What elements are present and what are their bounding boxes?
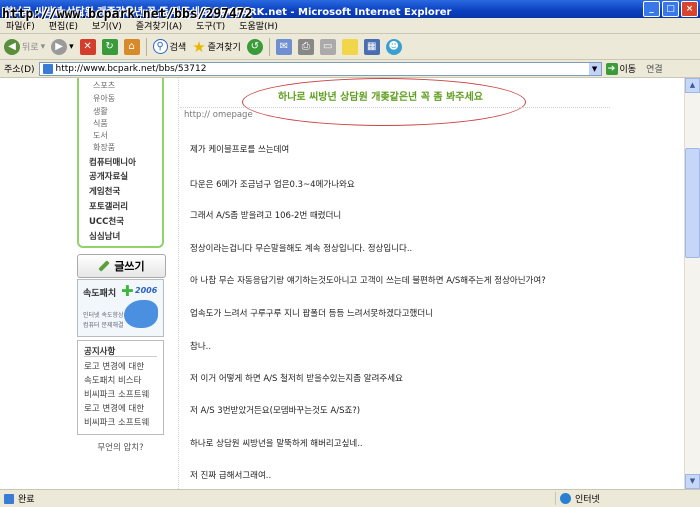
category-link[interactable]: UCC천국 (89, 215, 124, 227)
post-paragraph: 정상이라는겁니다 무슨말을해도 계속 정상입니다. 정상입니다.. (190, 244, 413, 254)
left-sidebar: 스포츠 유아동 생활 식품 도서 화장품 컴퓨터매니아 공개자료실 게임천국 포… (0, 78, 178, 489)
post-paragraph: 제가 케이블프로를 쓰는데여 (190, 145, 290, 155)
edit-icon[interactable]: ▭ (319, 38, 336, 55)
go-arrow-icon: ➔ (605, 62, 618, 75)
page-content: 스포츠 유아동 생활 식품 도서 화장품 컴퓨터매니아 공개자료실 게임천국 포… (0, 78, 684, 489)
links-button[interactable]: 연결 (646, 62, 663, 75)
favorites-label: 즐겨찾기 (207, 43, 241, 53)
status-text: 완료 (18, 495, 35, 505)
globe-icon (560, 493, 571, 504)
toolbar-divider (268, 37, 270, 56)
post-paragraph: 저 진짜 급해서그래여.. (190, 471, 272, 481)
notice-box: 공지사항 로고 변경에 대한 속도패치 비스타 비씨파크 소프트웨 로고 변경에… (77, 340, 164, 435)
star-icon: ★ (192, 37, 206, 56)
research-icon[interactable]: ▦ (363, 38, 380, 55)
forward-arrow-icon: ▶ (51, 38, 68, 55)
search-button[interactable]: ⚲ 검색 (152, 39, 187, 54)
post-paragraph: 저 이거 어떻게 하면 A/S 철저히 받을수있는지좀 알려주세요 (190, 374, 403, 384)
maximize-button[interactable]: □ (662, 1, 679, 17)
search-label: 검색 (169, 43, 187, 53)
column-divider (178, 78, 180, 489)
security-zone: 인터넷 (555, 492, 680, 505)
scroll-up-icon[interactable]: ▲ (685, 78, 700, 93)
back-label: 뒤로 (22, 43, 39, 53)
post-paragraph: 다운은 6메가 조금넘구 업은0.3~4메가나와요 (190, 180, 355, 190)
category-link[interactable]: 컴퓨터매니아 (89, 156, 136, 168)
post-paragraph: 참나.. (190, 342, 212, 352)
subcategory-link[interactable]: 생활 (93, 106, 108, 117)
page-done-icon (4, 493, 14, 504)
url-watermark: http://www.bcpark.net/bbs/297472 (2, 7, 253, 22)
speed-patch-banner[interactable]: 속도패치 ✚ 2006 인터넷 속도향상 컴퓨터 문제해결 (77, 279, 164, 337)
mail-icon[interactable]: ✉ (275, 38, 292, 55)
toolbar: ◀ 뒤로 ▾ ▶ ▾ ✕ ↻ ⌂ ⚲ 검색 ★ 즐겨찾기 ↺ ✉ ⎙ ▭ ▦ ☻ (0, 34, 700, 60)
status-bar: 완료 인터넷 (0, 489, 700, 507)
close-button[interactable]: × (681, 1, 698, 17)
subcategory-link[interactable]: 화장품 (93, 142, 115, 153)
back-arrow-icon: ◀ (4, 38, 20, 55)
forward-button[interactable]: ▶ ▾ (51, 38, 74, 55)
subcategory-link[interactable]: 스포츠 (93, 80, 115, 91)
write-label: 글쓰기 (114, 260, 145, 273)
post-paragraph: 하나로 상담원 씨방년을 말뚝하게 해버리고싶네.. (190, 439, 363, 449)
category-box: 스포츠 유아동 생활 식품 도서 화장품 컴퓨터매니아 공개자료실 게임천국 포… (77, 78, 164, 248)
post-paragraph: 저 A/S 3번받았거든요(모뎀바꾸는것도 A/S죠?) (190, 406, 361, 416)
category-link[interactable]: 공개자료실 (89, 170, 128, 182)
notice-item[interactable]: 로고 변경에 대한 (84, 402, 144, 414)
scroll-down-icon[interactable]: ▼ (685, 474, 700, 489)
go-button[interactable]: ➔ 이동 (605, 62, 637, 75)
subcategory-link[interactable]: 도서 (93, 130, 108, 141)
page-icon (42, 63, 53, 74)
go-label: 이동 (619, 65, 637, 75)
notice-divider (84, 356, 157, 357)
vertical-scrollbar[interactable]: ▲ ▼ (684, 78, 700, 489)
notice-item[interactable]: 비씨파크 소프트웨 (84, 388, 149, 400)
unknown-pressure-link[interactable]: 무언의 압치? (77, 441, 164, 453)
banner-line: 인터넷 속도향상 (83, 312, 124, 319)
banner-year: 2006 (135, 286, 158, 295)
zone-label: 인터넷 (575, 495, 600, 505)
notice-item[interactable]: 로고 변경에 대한 (84, 360, 144, 372)
print-icon[interactable]: ⎙ (297, 38, 314, 55)
plus-icon: ✚ (121, 282, 134, 300)
write-post-button[interactable]: 글쓰기 (77, 254, 166, 278)
notice-item[interactable]: 속도패치 비스타 (84, 374, 141, 386)
minimize-button[interactable]: _ (643, 1, 660, 17)
post-paragraph: 아 나참 무슨 자동응답기랑 얘기하는것도아니고 고객이 쓰는데 불편하면 A/… (190, 276, 546, 286)
toolbar-divider (145, 37, 147, 56)
address-label: 주소(D) (4, 65, 35, 75)
search-icon: ⚲ (152, 39, 168, 54)
pencil-icon (98, 260, 110, 272)
favorites-button[interactable]: ★ 즐겨찾기 (192, 38, 241, 56)
back-button[interactable]: ◀ 뒤로 ▾ (4, 38, 45, 55)
refresh-icon[interactable]: ↻ (101, 38, 118, 55)
category-link[interactable]: 심심남녀 (89, 230, 120, 242)
address-input[interactable]: http://www.bcpark.net/bbs/53712 ▼ (38, 61, 602, 76)
category-link[interactable]: 게임천국 (89, 185, 120, 197)
scroll-thumb[interactable] (685, 148, 700, 258)
stop-icon[interactable]: ✕ (79, 38, 96, 55)
home-icon[interactable]: ⌂ (123, 38, 140, 55)
post-paragraph: 그래서 A/S좀 받을려고 106-2번 때렸더니 (190, 211, 342, 221)
note-icon[interactable] (341, 38, 358, 55)
post-homepage[interactable]: http:// omepage (184, 110, 253, 120)
post-paragraph: 업속도가 느려서 구루구루 지니 팝폴더 등등 느려서못하겠다고했더니 (190, 309, 433, 319)
messenger-icon[interactable]: ☻ (385, 38, 402, 55)
dolphin-mascot-icon (124, 300, 158, 328)
post-title: 하나로 씨방년 상담원 개좆같은년 꼭 좀 봐주세요 (278, 92, 483, 103)
subcategory-link[interactable]: 유아동 (93, 93, 115, 104)
address-dropdown-icon[interactable]: ▼ (588, 62, 601, 75)
banner-line: 컴퓨터 문제해결 (83, 322, 124, 329)
post-divider (180, 107, 610, 108)
history-icon[interactable]: ↺ (246, 38, 263, 55)
subcategory-link[interactable]: 식품 (93, 118, 108, 129)
address-url: http://www.bcpark.net/bbs/53712 (55, 63, 207, 74)
notice-item[interactable]: 비씨파크 소프트웨 (84, 416, 149, 428)
window-controls: _ □ × (643, 1, 698, 17)
banner-title: 속도패치 (83, 289, 117, 299)
category-link[interactable]: 포토갤러리 (89, 200, 128, 212)
address-bar: 주소(D) http://www.bcpark.net/bbs/53712 ▼ … (0, 60, 700, 78)
